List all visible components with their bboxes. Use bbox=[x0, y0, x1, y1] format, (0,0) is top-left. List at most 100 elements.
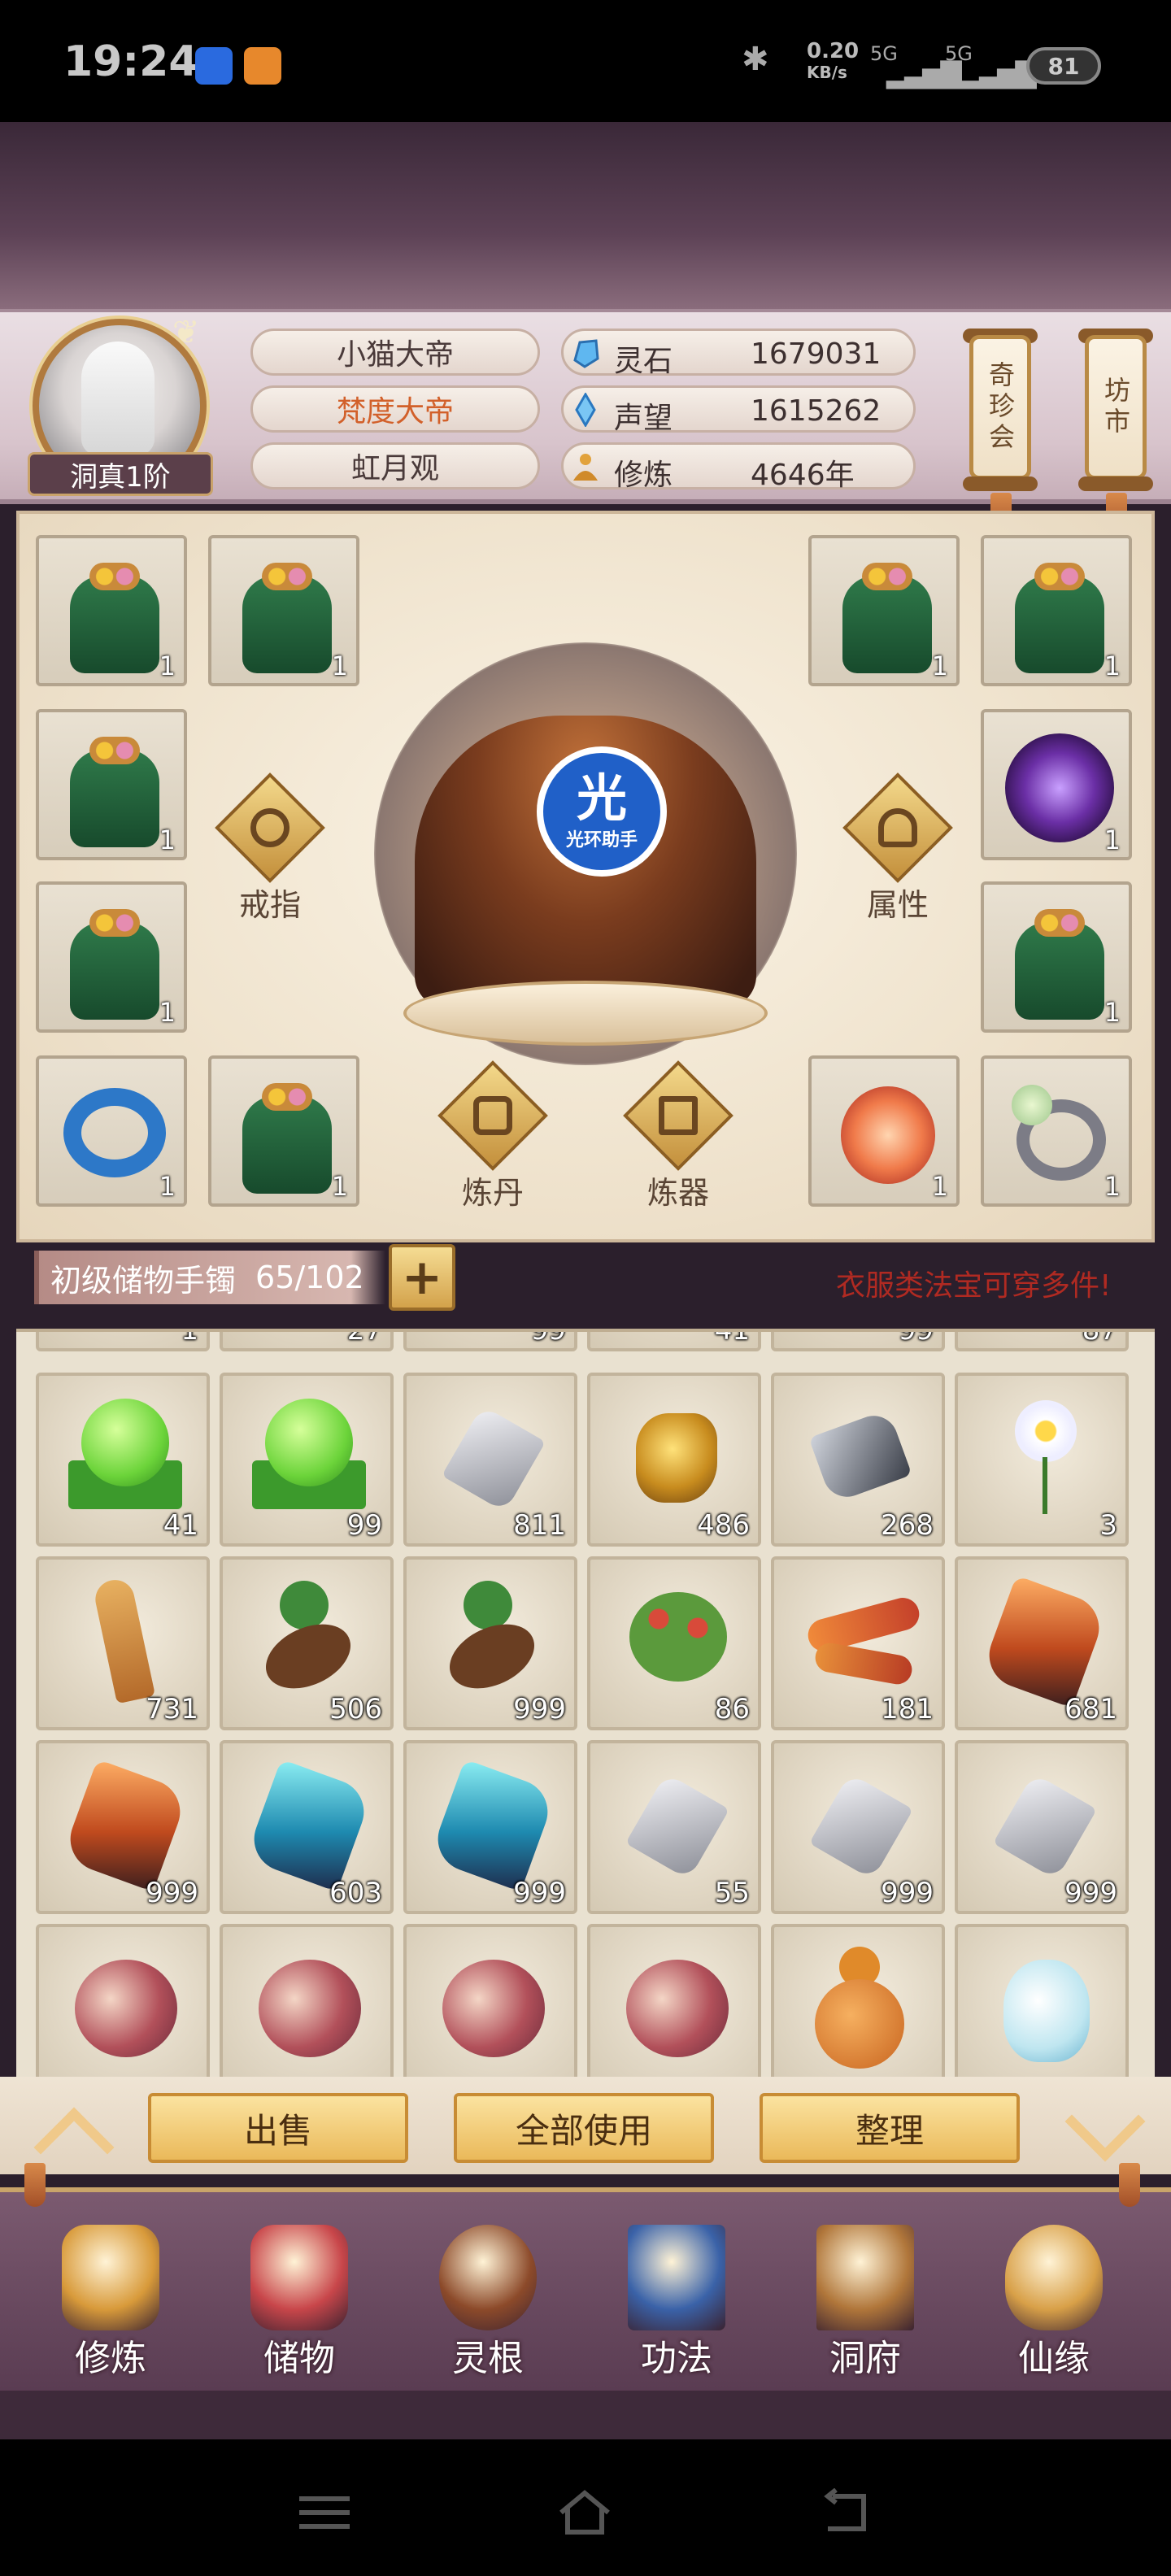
equipment-slot[interactable]: 1 bbox=[981, 535, 1132, 686]
resource-prestige: 声望 1615262 bbox=[561, 385, 916, 435]
equipment-slot[interactable]: 1 bbox=[208, 1055, 359, 1207]
home-icon[interactable] bbox=[556, 2488, 613, 2537]
equipment-slot[interactable]: 1 bbox=[36, 881, 187, 1033]
halo-badge-label: 光环助手 bbox=[565, 830, 638, 851]
inventory-slot[interactable]: 1 bbox=[36, 1329, 210, 1351]
forge-label: 炼器 bbox=[646, 1175, 709, 1211]
resource-label: 声望 bbox=[614, 402, 673, 435]
equipment-slot[interactable]: 1 bbox=[36, 709, 187, 860]
market-button[interactable]: 坊市 bbox=[1085, 335, 1147, 480]
inventory-slot[interactable]: 999 bbox=[771, 1740, 945, 1914]
equipment-slot[interactable]: 1 bbox=[808, 1055, 960, 1207]
equipment-slot[interactable]: 1 bbox=[981, 709, 1132, 860]
inventory-slot[interactable]: 27 bbox=[220, 1332, 394, 1351]
inventory-grid[interactable]: 1 27 99 41 99 87 41 99 811 486 268 3 731… bbox=[16, 1329, 1155, 2077]
inventory-slot[interactable] bbox=[771, 1924, 945, 2077]
inventory-slot[interactable]: 999 bbox=[403, 1740, 577, 1914]
inventory-slot[interactable]: 41 bbox=[36, 1373, 210, 1547]
item-quantity: 506 bbox=[329, 1693, 382, 1725]
equipment-slot[interactable]: 1 bbox=[208, 535, 359, 686]
ring-slot-button[interactable]: 戒指 bbox=[213, 772, 327, 923]
resource-label: 灵石 bbox=[614, 345, 673, 378]
inventory-slot[interactable]: 41 bbox=[587, 1332, 761, 1351]
back-icon[interactable] bbox=[816, 2488, 873, 2537]
sell-button[interactable]: 出售 bbox=[148, 2093, 408, 2163]
inventory-slot[interactable]: 603 bbox=[220, 1740, 394, 1914]
item-quantity: 681 bbox=[1064, 1693, 1117, 1725]
inventory-slot[interactable]: 999 bbox=[36, 1740, 210, 1914]
inventory-slot[interactable] bbox=[36, 1924, 210, 2077]
inventory-slot[interactable]: 506 bbox=[220, 1556, 394, 1730]
green-robe-icon bbox=[1015, 563, 1104, 673]
equipment-slot[interactable]: 1 bbox=[36, 1055, 187, 1207]
bead-pouch-icon bbox=[75, 1960, 177, 2057]
equipment-slot[interactable]: 1 bbox=[36, 535, 187, 686]
player-title[interactable]: 梵度大帝 bbox=[250, 385, 540, 433]
inventory-slot[interactable]: 681 bbox=[955, 1556, 1129, 1730]
inventory-slot[interactable]: 999 bbox=[955, 1740, 1129, 1914]
green-robe-icon bbox=[842, 563, 932, 673]
inventory-slot[interactable] bbox=[587, 1924, 761, 2077]
equipment-slot[interactable]: 1 bbox=[808, 535, 960, 686]
inventory-slot[interactable]: 268 bbox=[771, 1373, 945, 1547]
inventory-slot[interactable]: 55 bbox=[587, 1740, 761, 1914]
treasure-pavilion-button[interactable]: 奇珍会 bbox=[969, 335, 1031, 480]
attributes-button[interactable]: 属性 bbox=[841, 772, 955, 923]
inventory-slot[interactable] bbox=[220, 1924, 394, 2077]
halo-assistant-badge[interactable]: 光 光环助手 bbox=[537, 746, 667, 877]
nav-cave-dwelling[interactable]: 洞府 bbox=[784, 2208, 947, 2387]
resource-value: 4646年 bbox=[751, 459, 855, 492]
item-quantity: 1 bbox=[159, 997, 176, 1028]
nav-immortal-fate[interactable]: 仙缘 bbox=[973, 2208, 1135, 2387]
scroll-cap bbox=[1078, 476, 1153, 491]
jade-ring-icon bbox=[1012, 1085, 1106, 1181]
inventory-slot[interactable]: 86 bbox=[587, 1556, 761, 1730]
inventory-slot[interactable]: 731 bbox=[36, 1556, 210, 1730]
inventory-slot[interactable] bbox=[955, 1924, 1129, 2077]
green-robe-icon bbox=[242, 1083, 332, 1194]
inventory-slot[interactable]: 181 bbox=[771, 1556, 945, 1730]
cultivation-icon bbox=[573, 454, 598, 481]
dark-ore-icon bbox=[808, 1408, 912, 1504]
nav-label: 仙缘 bbox=[1018, 2338, 1090, 2379]
gourd-icon bbox=[815, 1979, 904, 2069]
nav-cultivate[interactable]: 修炼 bbox=[29, 2208, 192, 2387]
nav-storage[interactable]: 储物 bbox=[218, 2208, 381, 2387]
item-quantity: 1 bbox=[181, 1329, 198, 1347]
sort-button[interactable]: 整理 bbox=[760, 2093, 1020, 2163]
equipment-slot[interactable]: 1 bbox=[981, 881, 1132, 1033]
nav-spirit-root[interactable]: 灵根 bbox=[407, 2208, 569, 2387]
inventory-slot[interactable]: 811 bbox=[403, 1373, 577, 1547]
item-quantity: 1 bbox=[159, 651, 176, 681]
green-robe-icon bbox=[70, 909, 159, 1020]
expand-storage-button[interactable]: + bbox=[389, 1244, 455, 1311]
prestige-icon bbox=[575, 393, 596, 427]
equipment-slot[interactable]: 1 bbox=[981, 1055, 1132, 1207]
resource-spirit-stone: 灵石 1679031 bbox=[561, 329, 916, 378]
ginseng-icon bbox=[91, 1576, 156, 1704]
inventory-slot[interactable]: 99 bbox=[220, 1373, 394, 1547]
use-all-button[interactable]: 全部使用 bbox=[454, 2093, 714, 2163]
player-location[interactable]: 虹月观 bbox=[250, 442, 540, 490]
resource-cultivation: 修炼 4646年 bbox=[561, 442, 916, 492]
cauldron-icon bbox=[473, 1096, 512, 1135]
item-quantity: 999 bbox=[881, 1877, 934, 1909]
inventory-slot[interactable]: 87 bbox=[955, 1332, 1129, 1351]
inventory-slot[interactable]: 3 bbox=[955, 1373, 1129, 1547]
inventory-slot[interactable]: 999 bbox=[403, 1556, 577, 1730]
forge-button[interactable]: 炼器 bbox=[621, 1060, 735, 1211]
menu-icon[interactable] bbox=[296, 2488, 353, 2537]
inventory-slot[interactable]: 99 bbox=[403, 1332, 577, 1351]
scroll-down-chevron-icon[interactable] bbox=[1056, 2101, 1145, 2158]
blue-ring-icon bbox=[63, 1088, 166, 1177]
scroll-up-chevron-icon[interactable] bbox=[24, 2101, 114, 2158]
red-crystal-icon bbox=[980, 1575, 1108, 1708]
alchemy-button[interactable]: 炼丹 bbox=[436, 1060, 550, 1211]
inventory-slot[interactable] bbox=[403, 1924, 577, 2077]
hat-icon bbox=[878, 808, 917, 847]
inventory-slot[interactable]: 99 bbox=[771, 1332, 945, 1351]
inventory-slot[interactable]: 486 bbox=[587, 1373, 761, 1547]
bead-pouch-icon bbox=[626, 1960, 729, 2057]
nav-techniques[interactable]: 功法 bbox=[595, 2208, 758, 2387]
item-quantity: 3 bbox=[1099, 1509, 1117, 1542]
